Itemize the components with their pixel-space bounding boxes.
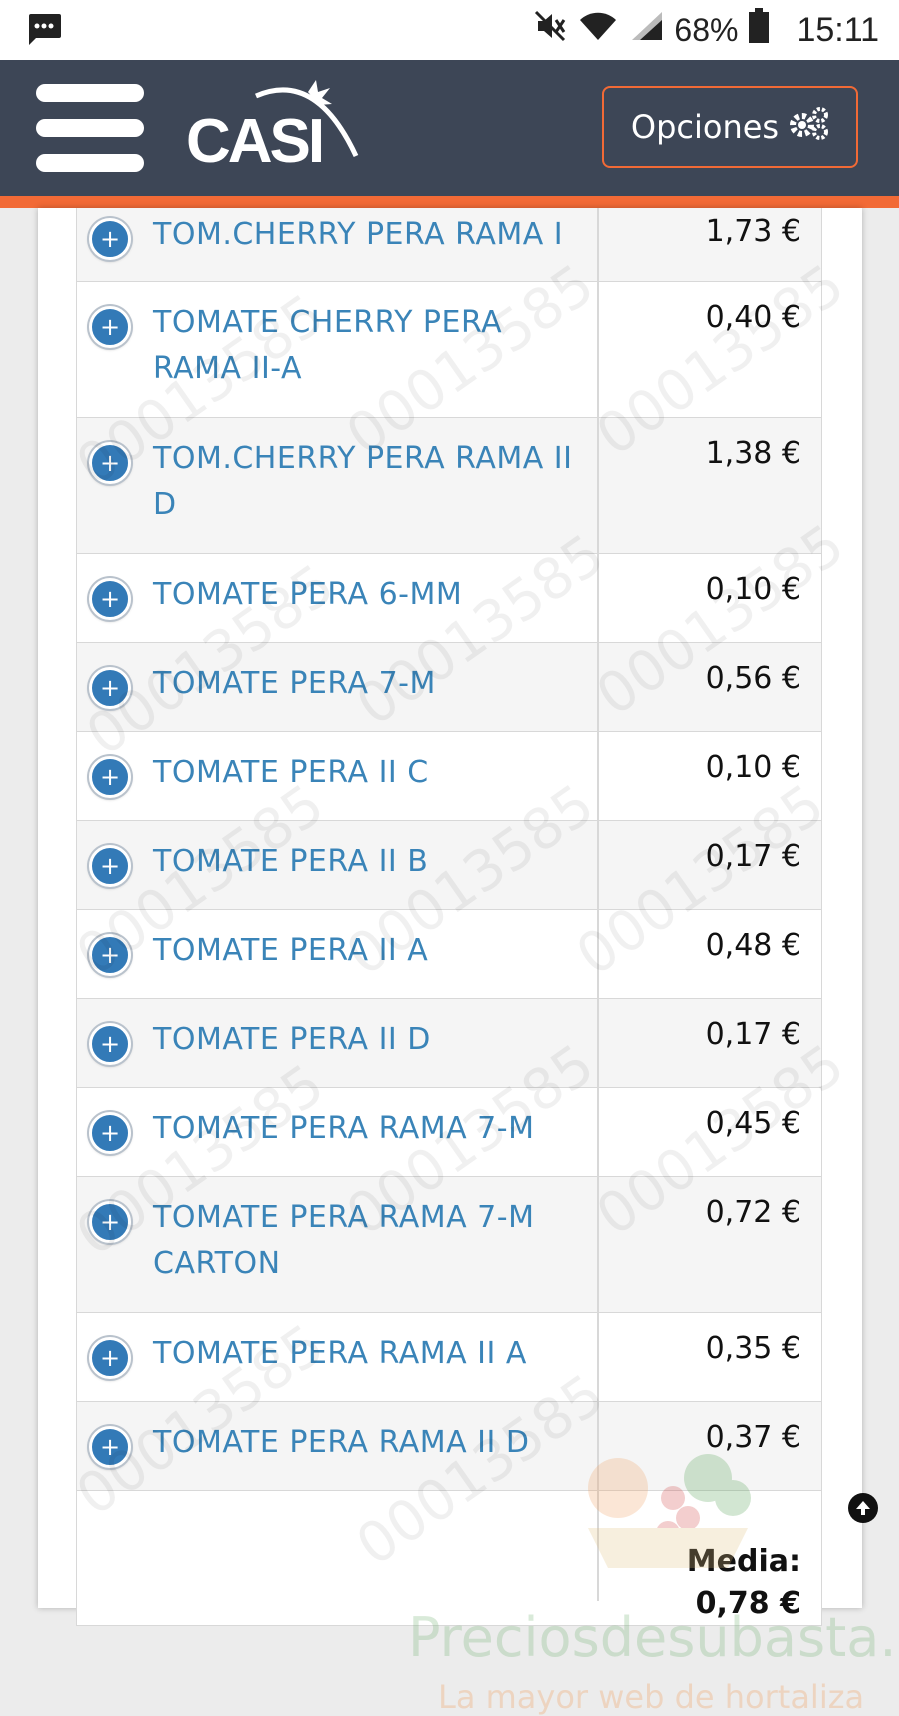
product-row[interactable]: + TOMATE PERA II C 0,10 € bbox=[76, 732, 822, 821]
message-notification-icon bbox=[26, 12, 62, 51]
product-price-cell: 0,10 € bbox=[705, 750, 801, 785]
svg-text:CASI: CASI bbox=[186, 107, 322, 176]
product-row[interactable]: + TOMATE PERA 6-MM 0,10 € bbox=[76, 554, 822, 643]
product-name-link[interactable]: TOMATE PERA RAMA II A bbox=[153, 1331, 527, 1377]
product-price-cell: 0,56 € bbox=[705, 661, 801, 696]
product-price-cell: 0,72 € bbox=[705, 1195, 801, 1230]
product-price-cell: 0,10 € bbox=[705, 572, 801, 607]
signal-icon bbox=[628, 10, 664, 50]
product-price-cell: 1,73 € bbox=[705, 214, 801, 249]
expand-plus-icon[interactable]: + bbox=[89, 756, 131, 798]
menu-icon[interactable] bbox=[36, 84, 144, 172]
product-name-cell: + TOMATE CHERRY PERA RAMA II-A bbox=[77, 282, 599, 417]
clock: 15:11 bbox=[796, 10, 879, 49]
average-value: 0,78 € bbox=[695, 1586, 801, 1621]
product-row[interactable]: + TOMATE PERA II A 0,48 € bbox=[76, 910, 822, 999]
product-price-cell: 0,40 € bbox=[705, 300, 801, 335]
product-name-cell: + TOMATE PERA 6-MM bbox=[77, 554, 599, 642]
expand-plus-icon[interactable]: + bbox=[89, 934, 131, 976]
product-name-link[interactable]: TOMATE PERA II D bbox=[153, 1017, 431, 1063]
product-price-cell: 0,17 € bbox=[705, 839, 801, 874]
options-button[interactable]: Opciones bbox=[602, 86, 858, 168]
product-price-cell: 1,38 € bbox=[705, 436, 801, 471]
wifi-icon bbox=[578, 10, 618, 50]
product-name-link[interactable]: TOM.CHERRY PERA RAMA I bbox=[153, 212, 563, 258]
expand-plus-icon[interactable]: + bbox=[89, 578, 131, 620]
watermark-tagline: La mayor web de hortaliza bbox=[438, 1678, 865, 1716]
product-row[interactable]: + TOM.CHERRY PERA RAMA I 1,73 € bbox=[76, 208, 822, 282]
expand-plus-icon[interactable]: + bbox=[89, 1337, 131, 1379]
product-row[interactable]: + TOMATE PERA RAMA II A 0,35 € bbox=[76, 1313, 822, 1402]
product-name-link[interactable]: TOMATE PERA 6-MM bbox=[153, 572, 462, 618]
expand-plus-icon[interactable]: + bbox=[89, 442, 131, 484]
product-name-cell: + TOMATE PERA II D bbox=[77, 999, 599, 1087]
product-name-cell: + TOMATE PERA II C bbox=[77, 732, 599, 820]
product-name-link[interactable]: TOMATE PERA RAMA II D bbox=[153, 1420, 530, 1466]
options-label: Opciones bbox=[630, 108, 780, 146]
product-price-cell: 0,37 € bbox=[705, 1420, 801, 1455]
prices-card: + TOM.CHERRY PERA RAMA I 1,73 € + TOMATE CHE… bbox=[38, 208, 899, 1716]
product-name-cell: + TOM.CHERRY PERA RAMA II D bbox=[77, 418, 599, 553]
summary-empty-cell bbox=[77, 1491, 599, 1601]
product-price-cell: 0,35 € bbox=[705, 1331, 801, 1366]
expand-plus-icon[interactable]: + bbox=[89, 306, 131, 348]
expand-plus-icon[interactable]: + bbox=[89, 667, 131, 709]
product-name-link[interactable]: TOMATE PERA 7-M bbox=[153, 661, 436, 707]
product-name-link[interactable]: TOMATE PERA II C bbox=[153, 750, 429, 796]
product-row[interactable]: + TOMATE PERA II B 0,17 € bbox=[76, 821, 822, 910]
product-price-cell: 0,45 € bbox=[705, 1106, 801, 1141]
product-name-cell: + TOM.CHERRY PERA RAMA I bbox=[77, 208, 599, 281]
price-table: + TOM.CHERRY PERA RAMA I 1,73 € + TOMATE CHE… bbox=[76, 208, 822, 1626]
summary-cell: Media: 0,78 € bbox=[599, 1491, 821, 1625]
product-name-link[interactable]: TOMATE PERA RAMA 7-M CARTON bbox=[153, 1195, 597, 1287]
product-row[interactable]: + TOMATE PERA RAMA 7-M 0,45 € bbox=[76, 1088, 822, 1177]
average-label: Media: bbox=[686, 1544, 801, 1579]
product-row[interactable]: + TOMATE PERA 7-M 0,56 € bbox=[76, 643, 822, 732]
product-name-link[interactable]: TOMATE PERA II B bbox=[153, 839, 428, 885]
product-name-cell: + TOMATE PERA RAMA 7-M CARTON bbox=[77, 1177, 599, 1312]
product-row[interactable]: + TOMATE PERA RAMA 7-M CARTON 0,72 € bbox=[76, 1177, 822, 1313]
casi-logo[interactable]: CASI bbox=[186, 78, 366, 182]
product-name-cell: + TOMATE PERA II B bbox=[77, 821, 599, 909]
product-name-link[interactable]: TOM.CHERRY PERA RAMA II D bbox=[153, 436, 597, 528]
status-bar: 68% 15:11 bbox=[0, 0, 899, 60]
product-name-cell: + TOMATE PERA 7-M bbox=[77, 643, 599, 731]
product-row[interactable]: + TOMATE PERA RAMA II D 0,37 € bbox=[76, 1402, 822, 1491]
product-name-link[interactable]: TOMATE PERA RAMA 7-M bbox=[153, 1106, 534, 1152]
product-price-cell: 0,48 € bbox=[705, 928, 801, 963]
gears-icon bbox=[789, 106, 829, 148]
expand-plus-icon[interactable]: + bbox=[89, 1201, 131, 1243]
battery-icon bbox=[748, 8, 770, 52]
battery-percentage: 68% bbox=[674, 11, 739, 48]
product-row[interactable]: + TOMATE CHERRY PERA RAMA II-A 0,40 € bbox=[76, 282, 822, 418]
expand-plus-icon[interactable]: + bbox=[89, 845, 131, 887]
scroll-to-top-button[interactable] bbox=[848, 1493, 878, 1523]
product-name-link[interactable]: TOMATE PERA II A bbox=[153, 928, 428, 974]
product-name-cell: + TOMATE PERA RAMA II D bbox=[77, 1402, 599, 1490]
product-price-cell: 0,17 € bbox=[705, 1017, 801, 1052]
product-name-cell: + TOMATE PERA II A bbox=[77, 910, 599, 998]
expand-plus-icon[interactable]: + bbox=[89, 1426, 131, 1468]
product-row[interactable]: + TOM.CHERRY PERA RAMA II D 1,38 € bbox=[76, 418, 822, 554]
product-name-cell: + TOMATE PERA RAMA 7-M bbox=[77, 1088, 599, 1176]
mute-icon bbox=[534, 10, 568, 50]
product-name-cell: + TOMATE PERA RAMA II A bbox=[77, 1313, 599, 1401]
product-row[interactable]: + TOMATE PERA II D 0,17 € bbox=[76, 999, 822, 1088]
summary-row: Media: 0,78 € bbox=[76, 1491, 822, 1626]
expand-plus-icon[interactable]: + bbox=[89, 218, 131, 260]
app-header: CASI Opciones bbox=[0, 60, 899, 208]
product-name-link[interactable]: TOMATE CHERRY PERA RAMA II-A bbox=[153, 300, 597, 392]
expand-plus-icon[interactable]: + bbox=[89, 1023, 131, 1065]
expand-plus-icon[interactable]: + bbox=[89, 1112, 131, 1154]
